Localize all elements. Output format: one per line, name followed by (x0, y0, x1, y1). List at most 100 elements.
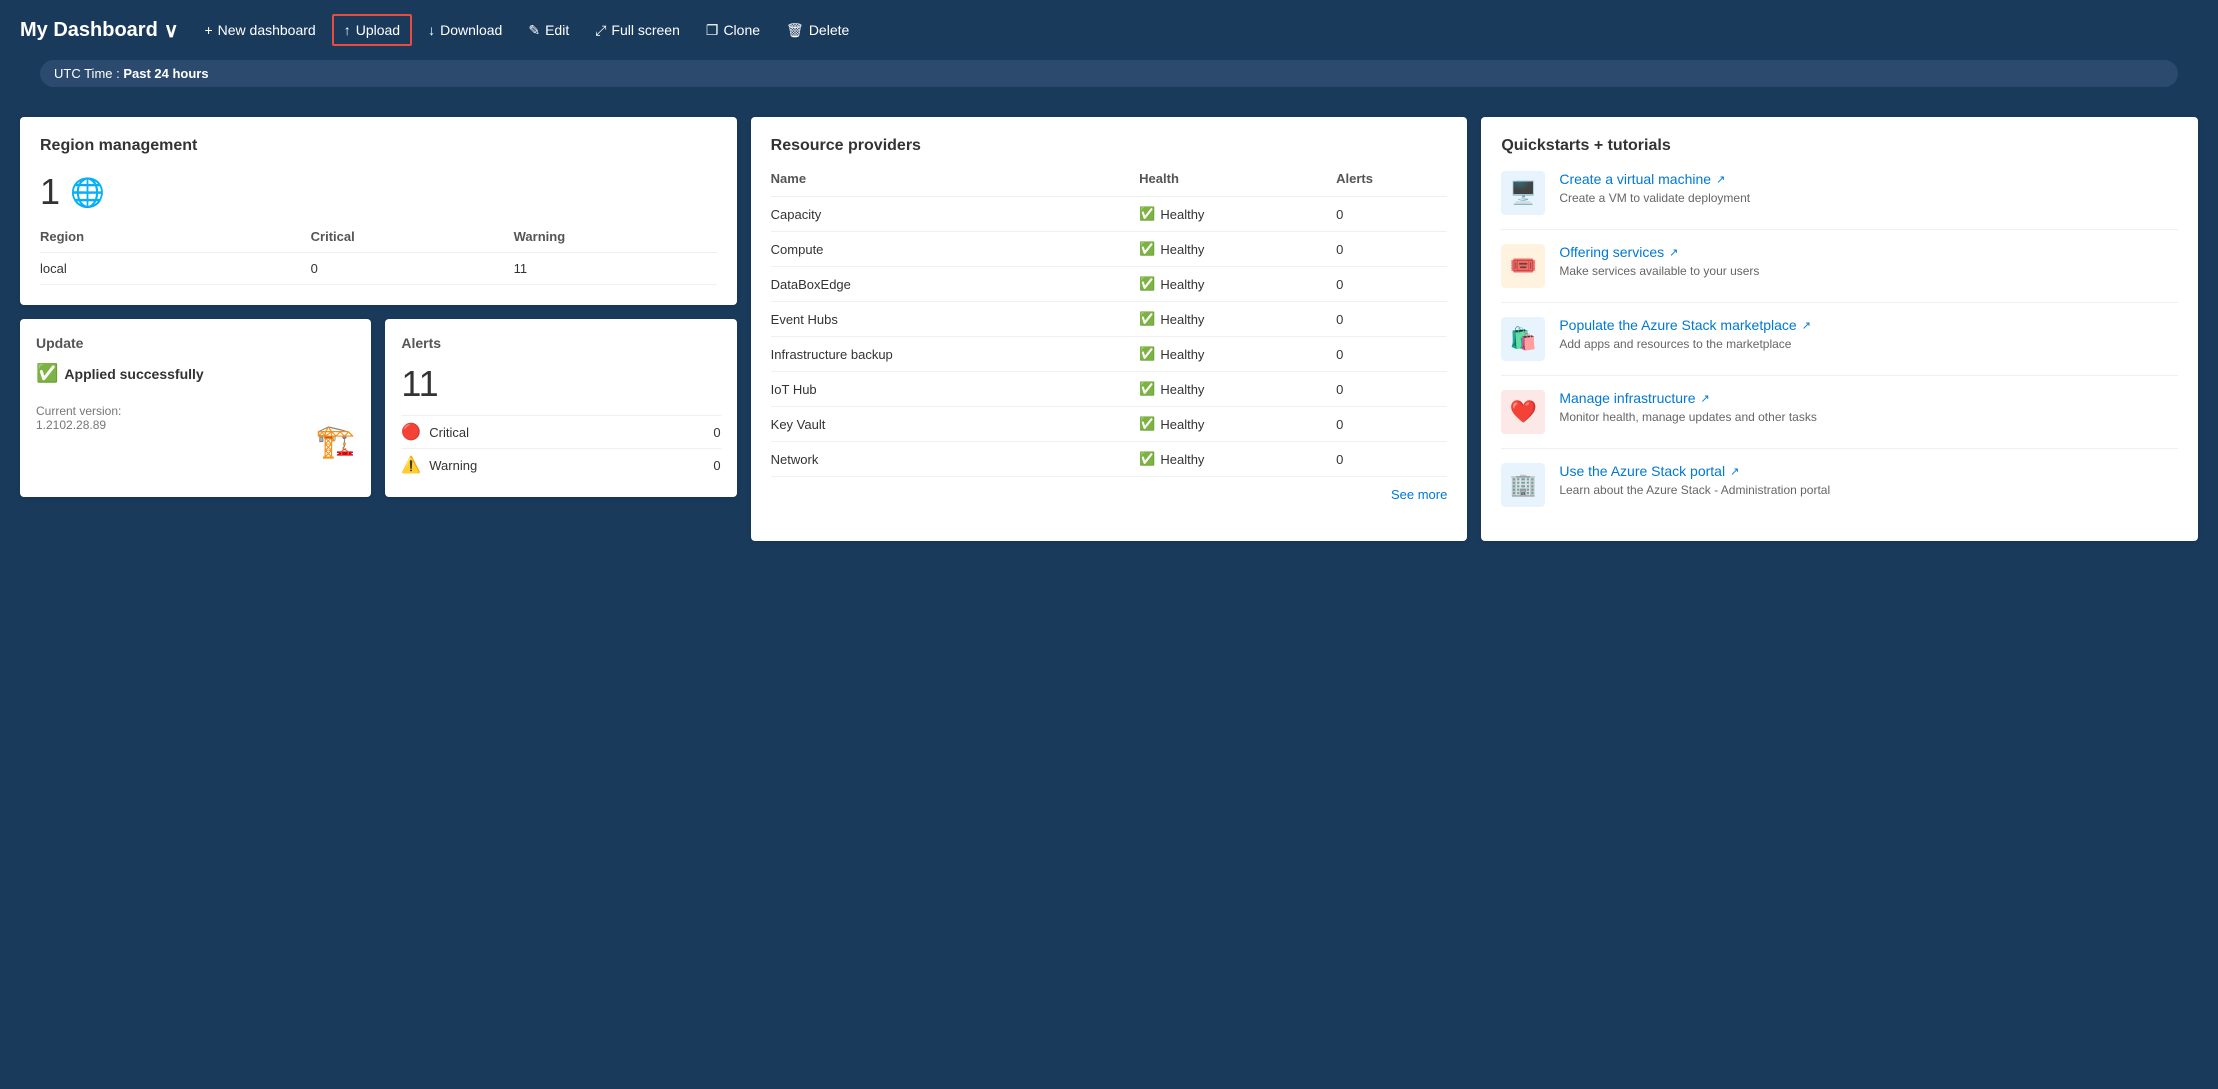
rp-table-row[interactable]: Compute ✅ Healthy 0 (771, 232, 1448, 267)
update-title: Update (36, 335, 355, 351)
qs-content-marketplace: Populate the Azure Stack marketplace ↗ A… (1559, 317, 1811, 351)
quickstarts-list: 🖥️ Create a virtual machine ↗ Create a V… (1501, 171, 2178, 521)
see-more-link[interactable]: See more (771, 487, 1448, 502)
time-badge: UTC Time : Past 24 hours (40, 60, 2178, 87)
upload-button[interactable]: ↑ Upload (332, 14, 412, 46)
qs-title-manage-infra: Manage infrastructure ↗ (1559, 390, 1817, 406)
fullscreen-label: Full screen (611, 22, 679, 38)
download-button[interactable]: ↓ Download (418, 16, 512, 44)
edit-icon: ✎ (528, 22, 540, 39)
external-link-icon: ↗ (1730, 465, 1739, 478)
region-management-card: Region management 1 🌐 Region Critical Wa… (20, 117, 737, 305)
new-dashboard-label: New dashboard (218, 22, 316, 38)
rp-table-row[interactable]: Network ✅ Healthy 0 (771, 442, 1448, 477)
rp-name: Infrastructure backup (771, 337, 1140, 372)
critical-label: Critical (429, 425, 469, 440)
rp-alerts-count: 0 (1336, 232, 1447, 267)
qs-icon-offering-services: 🎟️ (1501, 244, 1545, 288)
region-number: 1 (40, 171, 60, 213)
region-name: local (40, 253, 311, 285)
qs-icon-marketplace: 🛍️ (1501, 317, 1545, 361)
qs-content-offering-services: Offering services ↗ Make services availa… (1559, 244, 1759, 278)
rp-health: ✅ Healthy (1139, 267, 1336, 302)
critical-count: 0 (713, 425, 720, 440)
qs-desc-create-vm: Create a VM to validate deployment (1559, 191, 1750, 205)
rp-table-row[interactable]: Infrastructure backup ✅ Healthy 0 (771, 337, 1448, 372)
quickstart-item-azure-portal[interactable]: 🏢 Use the Azure Stack portal ↗ Learn abo… (1501, 449, 2178, 521)
quickstart-item-create-vm[interactable]: 🖥️ Create a virtual machine ↗ Create a V… (1501, 171, 2178, 230)
region-management-title: Region management (40, 137, 717, 155)
critical-icon: 🔴 (401, 422, 421, 442)
update-card: Update ✅ Applied successfully Current ve… (20, 319, 371, 497)
edit-button[interactable]: ✎ Edit (518, 16, 579, 45)
qs-icon-create-vm: 🖥️ (1501, 171, 1545, 215)
time-value: Past 24 hours (123, 66, 208, 81)
qs-title-offering-services: Offering services ↗ (1559, 244, 1759, 260)
critical-alert-row: 🔴 Critical 0 (401, 415, 720, 448)
rp-health: ✅ Healthy (1139, 197, 1336, 232)
region-table: Region Critical Warning local 0 11 (40, 229, 717, 285)
region-table-row[interactable]: local 0 11 (40, 253, 717, 285)
rp-health: ✅ Healthy (1139, 407, 1336, 442)
rp-table-row[interactable]: Event Hubs ✅ Healthy 0 (771, 302, 1448, 337)
critical-col-header: Critical (311, 229, 514, 253)
rp-table-row[interactable]: IoT Hub ✅ Healthy 0 (771, 372, 1448, 407)
health-text: Healthy (1160, 242, 1204, 257)
clone-icon: ❐ (706, 22, 719, 39)
qs-title-text-marketplace: Populate the Azure Stack marketplace (1559, 317, 1796, 333)
region-warning: 11 (514, 253, 717, 285)
rp-name: Capacity (771, 197, 1140, 232)
rp-health: ✅ Healthy (1139, 302, 1336, 337)
chevron-down-icon[interactable]: ∨ (164, 18, 179, 43)
rp-table-row[interactable]: DataBoxEdge ✅ Healthy 0 (771, 267, 1448, 302)
resource-providers-table: Name Health Alerts Capacity ✅ Healthy 0 … (771, 171, 1448, 477)
qs-title-text-manage-infra: Manage infrastructure (1559, 390, 1695, 406)
main-content: Region management 1 🌐 Region Critical Wa… (0, 107, 2218, 561)
rp-health: ✅ Healthy (1139, 372, 1336, 407)
globe-icon: 🌐 (70, 176, 105, 209)
rp-alerts-count: 0 (1336, 407, 1447, 442)
health-check-icon: ✅ (1139, 416, 1155, 432)
qs-icon-azure-portal: 🏢 (1501, 463, 1545, 507)
warning-col-header: Warning (514, 229, 717, 253)
rp-health: ✅ Healthy (1139, 232, 1336, 267)
quickstart-item-marketplace[interactable]: 🛍️ Populate the Azure Stack marketplace … (1501, 303, 2178, 376)
rp-table-row[interactable]: Key Vault ✅ Healthy 0 (771, 407, 1448, 442)
rp-alerts-count: 0 (1336, 302, 1447, 337)
qs-content-create-vm: Create a virtual machine ↗ Create a VM t… (1559, 171, 1750, 205)
fullscreen-button[interactable]: ⤢ Full screen (585, 16, 690, 45)
alert-count: 11 (401, 363, 720, 405)
rp-table-row[interactable]: Capacity ✅ Healthy 0 (771, 197, 1448, 232)
region-critical: 0 (311, 253, 514, 285)
health-check-icon: ✅ (1139, 311, 1155, 327)
quickstart-item-offering-services[interactable]: 🎟️ Offering services ↗ Make services ava… (1501, 230, 2178, 303)
download-icon: ↓ (428, 22, 435, 38)
health-text: Healthy (1160, 312, 1204, 327)
health-check-icon: ✅ (1139, 206, 1155, 222)
quickstart-item-manage-infra[interactable]: ❤️ Manage infrastructure ↗ Monitor healt… (1501, 376, 2178, 449)
qs-title-text-offering-services: Offering services (1559, 244, 1664, 260)
download-label: Download (440, 22, 502, 38)
title-text: My Dashboard (20, 19, 158, 42)
region-col-header: Region (40, 229, 311, 253)
external-link-icon: ↗ (1716, 173, 1725, 186)
bottom-row: Update ✅ Applied successfully Current ve… (20, 319, 737, 497)
health-check-icon: ✅ (1139, 381, 1155, 397)
clone-button[interactable]: ❐ Clone (696, 16, 770, 45)
health-check-icon: ✅ (1139, 276, 1155, 292)
resource-providers-title: Resource providers (771, 137, 1448, 155)
delete-button[interactable]: 🗑 Delete (776, 16, 859, 45)
version-label: Current version: (36, 404, 121, 418)
qs-desc-manage-infra: Monitor health, manage updates and other… (1559, 410, 1817, 424)
new-dashboard-button[interactable]: + New dashboard (194, 16, 325, 44)
quickstarts-card: Quickstarts + tutorials 🖥️ Create a virt… (1481, 117, 2198, 541)
clone-label: Clone (723, 22, 760, 38)
update-status: ✅ Applied successfully (36, 363, 355, 384)
delete-icon: 🗑 (786, 22, 804, 39)
update-status-text: Applied successfully (64, 366, 203, 382)
health-text: Healthy (1160, 207, 1204, 222)
version-number: 1.2102.28.89 (36, 418, 106, 432)
warning-icon: ⚠️ (401, 455, 421, 475)
rp-alerts-count: 0 (1336, 197, 1447, 232)
rp-alerts-header: Alerts (1336, 171, 1447, 197)
